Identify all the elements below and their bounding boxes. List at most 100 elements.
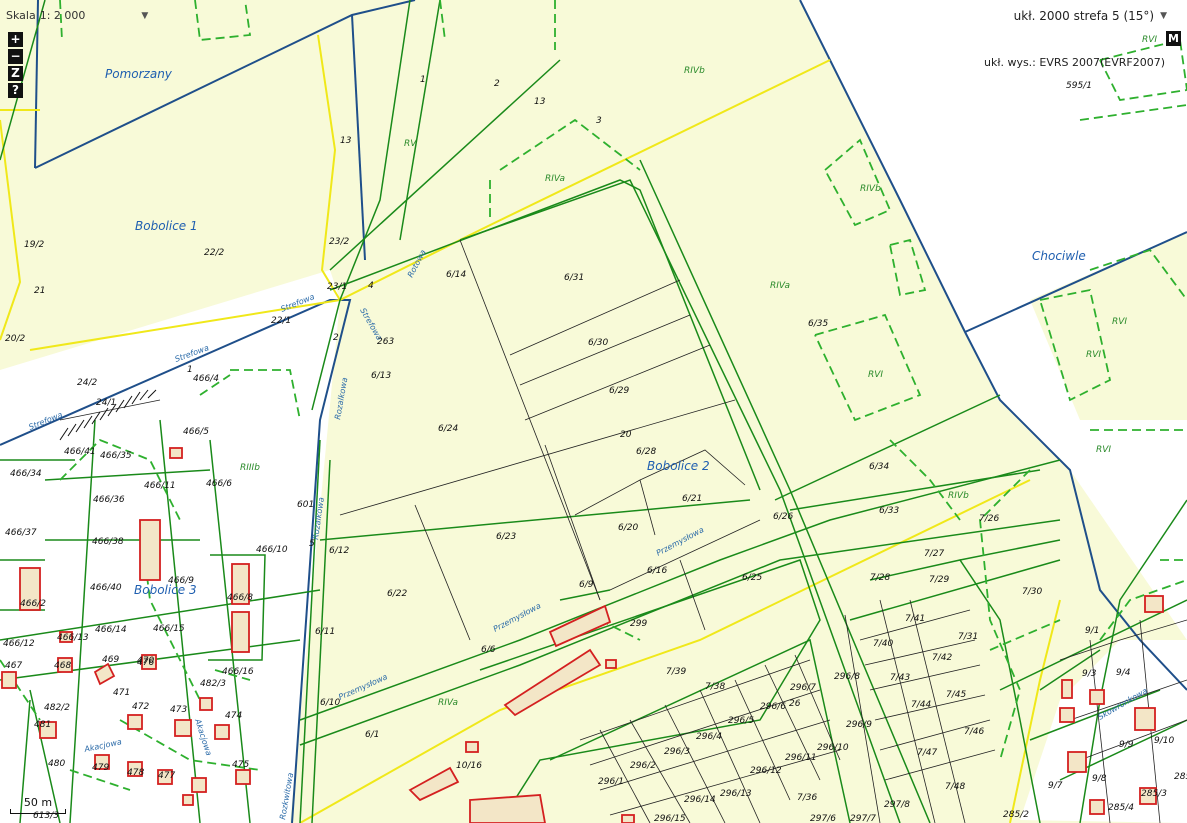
parcel-label: 9/3 xyxy=(1082,669,1097,679)
scale-select[interactable]: Skala 1: 2 000 ▼ xyxy=(6,9,148,22)
scale-bar-graphic xyxy=(10,809,66,814)
parcel-label: 6/23 xyxy=(496,532,516,542)
parcel-label: 3 xyxy=(596,116,602,126)
parcel-label: 7/36 xyxy=(797,793,817,803)
parcel-label: 296/12 xyxy=(750,766,782,776)
parcel-label: 296/8 xyxy=(834,672,860,682)
parcel-label: 6/25 xyxy=(742,573,762,583)
landuse-label: RVI xyxy=(1112,317,1127,327)
height-system-label: ukł. wys.: EVRS 2007(EVRF2007) xyxy=(983,56,1165,69)
scale-value: 1: 2 000 xyxy=(39,9,86,22)
landuse-label: RIVa xyxy=(545,174,565,184)
parcel-label: 474 xyxy=(225,711,242,721)
measure-button[interactable]: M xyxy=(1166,31,1181,46)
parcel-label: 595/1 xyxy=(1066,81,1092,91)
parcel-label: 6/30 xyxy=(588,338,608,348)
crs-select[interactable]: ukł. 2000 strefa 5 (15°) ▼ xyxy=(1014,9,1167,23)
scale-bar: 50 m xyxy=(10,796,66,814)
parcel-label: 4 xyxy=(368,281,374,291)
parcel-label: 296/2 xyxy=(630,761,656,771)
cadastral-map[interactable]: Pomorzany Bobolice 1 Bobolice 2 Bobolice… xyxy=(0,0,1187,823)
parcel-label: 296/11 xyxy=(785,753,817,763)
parcel-label: 466/38 xyxy=(92,537,124,547)
landuse-label: RIVa xyxy=(438,698,458,708)
parcel-label: 7/27 xyxy=(924,549,944,559)
parcel-label: 468 xyxy=(54,661,71,671)
parcel-label: 6/24 xyxy=(438,424,458,434)
parcel-label: 299 xyxy=(630,619,647,629)
parcel-label: 7/39 xyxy=(666,667,686,677)
locality-label: Bobolice 1 xyxy=(135,219,198,233)
landuse-label: RV xyxy=(404,139,417,149)
parcel-label: 481 xyxy=(34,720,51,730)
parcel-label: 473 xyxy=(170,705,187,715)
parcel-label: 6/20 xyxy=(618,523,638,533)
parcel-label: 7/44 xyxy=(911,700,931,710)
parcel-label: 466/35 xyxy=(100,451,132,461)
parcel-label: 22/2 xyxy=(204,248,224,258)
parcel-label: 7/26 xyxy=(979,514,999,524)
parcel-label: 19/2 xyxy=(24,240,44,250)
parcel-label: 466/4 xyxy=(193,374,219,384)
parcel-label: 6/21 xyxy=(682,494,702,504)
landuse-label: RVI xyxy=(1096,445,1111,455)
parcel-label: 7/38 xyxy=(705,682,725,692)
parcel-label: 7/45 xyxy=(946,690,966,700)
parcel-label: 476 xyxy=(137,658,154,668)
parcel-label: 296/1 xyxy=(598,777,624,787)
chevron-down-icon[interactable]: ▼ xyxy=(1160,11,1167,21)
parcel-label: 466/11 xyxy=(144,481,176,491)
parcel-label: 263 xyxy=(377,337,394,347)
parcel-label: 475 xyxy=(232,760,249,770)
parcel-label: 296/10 xyxy=(817,743,849,753)
parcel-label: 6/13 xyxy=(371,371,391,381)
parcel-label: 2 xyxy=(333,333,339,343)
parcel-label: 466/6 xyxy=(206,479,232,489)
landuse-label: RIVb xyxy=(948,491,969,501)
parcel-label: 296/3 xyxy=(664,747,690,757)
parcel-label: 9/7 xyxy=(1048,781,1063,791)
parcel-label: 9/10 xyxy=(1154,736,1174,746)
parcel-label: 7/41 xyxy=(905,614,925,624)
parcel-label: 9/1 xyxy=(1085,626,1099,636)
parcel-label: 477 xyxy=(158,771,175,781)
parcel-label: 466/13 xyxy=(57,633,89,643)
parcel-label: 7/42 xyxy=(932,653,952,663)
parcel-label: 466/40 xyxy=(90,583,122,593)
landuse-label: RIVb xyxy=(684,66,705,76)
parcel-label: 13 xyxy=(340,136,352,146)
parcel-label: 22/1 xyxy=(271,316,291,326)
landuse-label: RVI xyxy=(868,370,883,380)
zoom-in-button[interactable]: + xyxy=(8,32,23,47)
parcel-label: 6/22 xyxy=(387,589,407,599)
parcel-label: 23/2 xyxy=(329,237,349,247)
parcel-label: 466/2 xyxy=(20,599,46,609)
parcel-label: 467 xyxy=(5,661,22,671)
parcel-label: 7/47 xyxy=(917,748,937,758)
zoom-extent-button[interactable]: Z xyxy=(8,66,23,81)
parcel-label: 471 xyxy=(113,688,130,698)
parcel-label: 6/12 xyxy=(329,546,349,556)
parcel-label: 482/3 xyxy=(200,679,226,689)
zoom-out-button[interactable]: − xyxy=(8,49,23,64)
parcel-label: 6/35 xyxy=(808,319,828,329)
parcel-label: 466/5 xyxy=(183,427,209,437)
help-button[interactable]: ? xyxy=(8,83,23,98)
parcel-label: 285 xyxy=(1174,772,1187,782)
chevron-down-icon[interactable]: ▼ xyxy=(141,11,148,21)
parcel-label: 2 xyxy=(494,79,500,89)
parcel-label: 1 xyxy=(187,365,193,375)
parcel-label: 6/28 xyxy=(636,447,656,457)
parcel-label: 297/7 xyxy=(850,814,876,823)
parcel-label: 296/9 xyxy=(846,720,872,730)
parcel-label: 7/28 xyxy=(870,573,890,583)
parcel-label: 7/31 xyxy=(958,632,978,642)
parcel-label: 285/3 xyxy=(1141,789,1167,799)
parcel-label: 6/34 xyxy=(869,462,889,472)
parcel-label: 480 xyxy=(48,759,65,769)
parcel-label: 469 xyxy=(102,655,119,665)
parcel-label: 466/41 xyxy=(64,447,96,457)
parcel-label: 466/34 xyxy=(10,469,42,479)
parcel-label: 466/16 xyxy=(222,667,254,677)
landuse-label: RIVa xyxy=(770,281,790,291)
